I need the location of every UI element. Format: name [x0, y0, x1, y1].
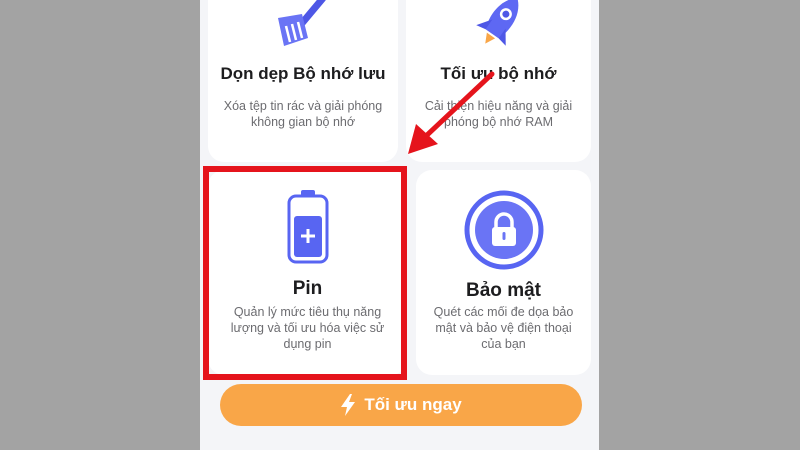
storage-cleanup-card[interactable]: Dọn dẹp Bộ nhớ lưu Xóa tệp tin rác và gi…: [208, 0, 398, 162]
card-title: Bảo mật: [466, 280, 541, 301]
security-card[interactable]: Bảo mật Quét các mối đe dọa bảo mật và b…: [416, 170, 591, 375]
battery-card[interactable]: Pin Quản lý mức tiêu thụ năng lượng và t…: [208, 170, 407, 375]
optimize-now-label: Tối ưu ngay: [364, 395, 462, 414]
optimize-now-button[interactable]: Tối ưu ngay: [220, 384, 582, 426]
broom-icon: [268, 0, 338, 57]
card-title: Dọn dẹp Bộ nhớ lưu: [220, 64, 386, 83]
card-description: Quản lý mức tiêu thụ năng lượng và tối ư…: [230, 305, 385, 351]
arrow-pointer-icon: [408, 71, 495, 154]
app-screen: Dọn dẹp Bộ nhớ lưu Xóa tệp tin rác và gi…: [200, 0, 599, 450]
card-description: Xóa tệp tin rác và giải phóng không gian…: [223, 99, 383, 129]
card-description: Quét các mối đe dọa bảo mật và bảo vệ đi…: [433, 305, 574, 351]
battery-icon: [286, 190, 330, 269]
rocket-icon: [467, 0, 531, 59]
lock-icon: [464, 190, 544, 275]
card-title: Pin: [292, 278, 323, 299]
lightning-icon: [340, 394, 356, 416]
